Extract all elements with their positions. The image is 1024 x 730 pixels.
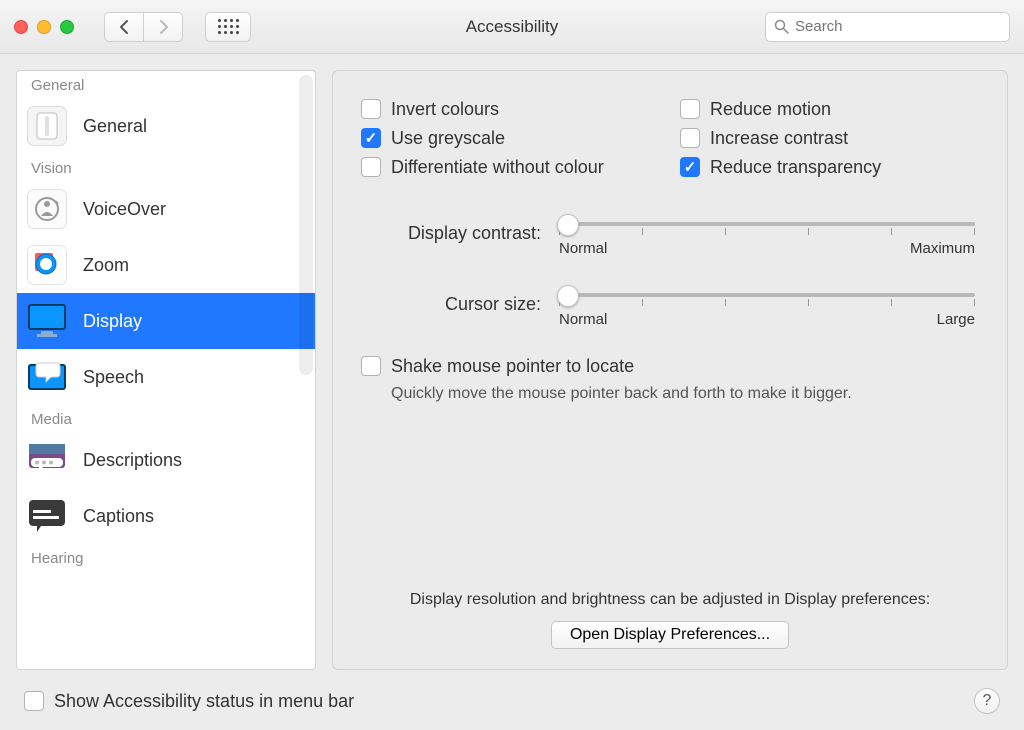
show-accessibility-status-checkbox[interactable]: Show Accessibility status in menu bar <box>24 691 354 712</box>
window-controls <box>14 20 74 34</box>
checkbox-icon <box>680 157 700 177</box>
sidebar-item-label: Display <box>83 311 142 332</box>
sidebar-item-label: Descriptions <box>83 450 182 471</box>
display-contrast-slider[interactable] <box>555 210 979 238</box>
show-all-button[interactable] <box>205 12 251 42</box>
cursor-size-slider[interactable] <box>555 281 979 309</box>
section-vision-header: Vision <box>17 154 315 181</box>
slider-scale: Normal Maximum <box>555 240 979 257</box>
section-hearing-header: Hearing <box>17 544 315 571</box>
content-area: General General Vision VoiceOver <box>0 54 1024 686</box>
captions-icon <box>27 496 67 536</box>
sidebar-item-label: General <box>83 116 147 137</box>
sidebar-item-label: Captions <box>83 506 154 527</box>
slider-thumb[interactable] <box>557 214 579 236</box>
checkbox-icon <box>680 99 700 119</box>
sidebar-item-label: VoiceOver <box>83 199 166 220</box>
checkbox-icon <box>680 128 700 148</box>
checkbox-label: Use greyscale <box>391 128 505 149</box>
preferences-window: Accessibility General General Vision <box>0 0 1024 730</box>
grid-icon <box>218 19 239 34</box>
checkbox-label: Increase contrast <box>710 128 848 149</box>
checkbox-icon <box>361 99 381 119</box>
slider-thumb[interactable] <box>557 285 579 307</box>
forward-button[interactable] <box>143 12 183 42</box>
display-preferences-note: Display resolution and brightness can be… <box>361 591 979 609</box>
display-panel: Invert colours Use greyscale Differentia… <box>332 70 1008 670</box>
checkbox-label: Reduce transparency <box>710 157 881 178</box>
back-button[interactable] <box>104 12 144 42</box>
sidebar-scrollbar[interactable] <box>299 75 313 375</box>
descriptions-icon <box>27 440 67 480</box>
display-contrast-group: Display contrast: Normal Maximum <box>361 210 979 257</box>
sidebar-item-descriptions[interactable]: Descriptions <box>17 432 315 488</box>
checkbox-label: Differentiate without colour <box>391 157 604 178</box>
sidebar-item-zoom[interactable]: Zoom <box>17 237 315 293</box>
titlebar: Accessibility <box>0 0 1024 54</box>
search-field[interactable] <box>765 12 1010 42</box>
nav-buttons <box>104 12 183 42</box>
sidebar: General General Vision VoiceOver <box>16 70 316 670</box>
slider-track <box>559 222 975 226</box>
cursor-size-label: Cursor size: <box>361 294 541 315</box>
chevron-right-icon <box>158 19 169 35</box>
section-general-header: General <box>17 71 315 98</box>
slider-max-label: Maximum <box>910 240 975 257</box>
slider-min-label: Normal <box>559 240 607 257</box>
slider-min-label: Normal <box>559 311 607 328</box>
display-icon <box>27 301 67 341</box>
search-icon <box>774 19 789 34</box>
minimize-window-button[interactable] <box>37 20 51 34</box>
zoom-icon <box>27 245 67 285</box>
checkbox-icon <box>24 691 44 711</box>
general-icon <box>27 106 67 146</box>
slider-ticks <box>559 228 975 235</box>
sidebar-item-captions[interactable]: Captions <box>17 488 315 544</box>
search-input[interactable] <box>795 18 1001 35</box>
slider-ticks <box>559 299 975 306</box>
close-window-button[interactable] <box>14 20 28 34</box>
use-greyscale-checkbox[interactable]: Use greyscale <box>361 128 660 149</box>
open-display-preferences-button[interactable]: Open Display Preferences... <box>551 621 789 649</box>
zoom-window-button[interactable] <box>60 20 74 34</box>
slider-scale: Normal Large <box>555 311 979 328</box>
section-media-header: Media <box>17 405 315 432</box>
slider-max-label: Large <box>937 311 975 328</box>
checkbox-icon <box>361 157 381 177</box>
checkbox-label: Show Accessibility status in menu bar <box>54 691 354 712</box>
invert-colours-checkbox[interactable]: Invert colours <box>361 99 660 120</box>
checkbox-icon <box>361 356 381 376</box>
differentiate-without-colour-checkbox[interactable]: Differentiate without colour <box>361 157 660 178</box>
sidebar-item-label: Zoom <box>83 255 129 276</box>
checkbox-icon <box>361 128 381 148</box>
help-icon: ? <box>983 692 992 710</box>
cursor-size-group: Cursor size: Normal Large <box>361 281 979 328</box>
sidebar-item-display[interactable]: Display <box>17 293 315 349</box>
chevron-left-icon <box>119 19 130 35</box>
sidebar-item-speech[interactable]: Speech <box>17 349 315 405</box>
reduce-motion-checkbox[interactable]: Reduce motion <box>680 99 979 120</box>
display-options: Invert colours Use greyscale Differentia… <box>361 99 979 186</box>
sidebar-item-general[interactable]: General <box>17 98 315 154</box>
increase-contrast-checkbox[interactable]: Increase contrast <box>680 128 979 149</box>
slider-track <box>559 293 975 297</box>
checkbox-label: Reduce motion <box>710 99 831 120</box>
help-button[interactable]: ? <box>974 688 1000 714</box>
speech-icon <box>27 357 67 397</box>
sidebar-item-label: Speech <box>83 367 144 388</box>
display-contrast-label: Display contrast: <box>361 223 541 244</box>
voiceover-icon <box>27 189 67 229</box>
checkbox-label: Shake mouse pointer to locate <box>391 356 634 377</box>
sidebar-item-voiceover[interactable]: VoiceOver <box>17 181 315 237</box>
reduce-transparency-checkbox[interactable]: Reduce transparency <box>680 157 979 178</box>
shake-mouse-note: Quickly move the mouse pointer back and … <box>391 385 979 403</box>
shake-mouse-checkbox[interactable]: Shake mouse pointer to locate <box>361 356 979 377</box>
bottom-bar: Show Accessibility status in menu bar ? <box>0 686 1024 730</box>
checkbox-label: Invert colours <box>391 99 499 120</box>
sidebar-list[interactable]: General General Vision VoiceOver <box>17 71 315 669</box>
